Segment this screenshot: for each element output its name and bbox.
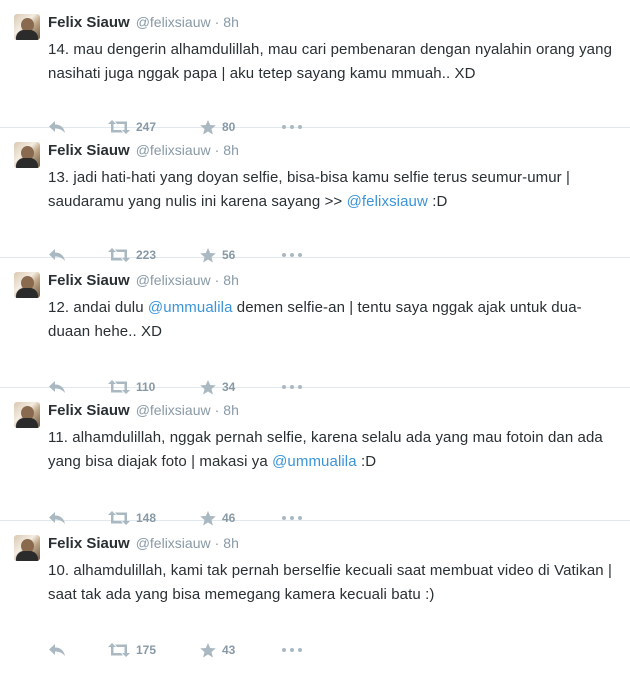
tweet-text: 14. mau dengerin alhamdulillah, mau cari…: [48, 41, 613, 82]
author-name[interactable]: Felix Siauw: [48, 402, 130, 419]
author-name[interactable]: Felix Siauw: [48, 14, 130, 31]
retweet-button[interactable]: 175: [108, 643, 200, 657]
tweet-header: Felix Siauw @felixsiauw · 8h: [48, 272, 239, 289]
star-icon: [200, 642, 216, 658]
separator-dot: ·: [214, 535, 220, 551]
more-button[interactable]: [282, 648, 312, 652]
author-handle[interactable]: @felixsiauw: [136, 142, 211, 158]
separator-dot: ·: [214, 142, 220, 158]
avatar[interactable]: [14, 14, 40, 40]
mention-link[interactable]: @felixsiauw: [347, 193, 428, 210]
avatar[interactable]: [14, 272, 40, 298]
tweet-text: 10. alhamdulillah, kami tak pernah berse…: [48, 562, 612, 603]
author-name[interactable]: Felix Siauw: [48, 272, 130, 289]
favorite-count: 43: [222, 643, 236, 657]
tweet[interactable]: Felix Siauw @felixsiauw · 8h 13. jadi hati-…: [0, 128, 630, 262]
favorite-button[interactable]: 43: [200, 642, 282, 658]
tweet-header: Felix Siauw @felixsiauw · 8h: [48, 402, 239, 419]
retweet-icon: [108, 643, 130, 657]
separator-dot: ·: [214, 14, 220, 30]
timestamp[interactable]: 8h: [223, 535, 239, 551]
tweet-actions: 175 43: [48, 641, 312, 659]
avatar[interactable]: [14, 535, 40, 561]
author-name[interactable]: Felix Siauw: [48, 535, 130, 552]
tweet[interactable]: Felix Siauw @felixsiauw · 8h 14. mau denger…: [0, 0, 630, 134]
retweet-count: 175: [136, 643, 157, 657]
author-handle[interactable]: @felixsiauw: [136, 402, 211, 418]
tweet-header: Felix Siauw @felixsiauw · 8h: [48, 535, 239, 552]
timestamp[interactable]: 8h: [223, 272, 239, 288]
separator-dot: ·: [214, 272, 220, 288]
timestamp[interactable]: 8h: [223, 402, 239, 418]
more-icon: [282, 253, 302, 257]
tweet[interactable]: Felix Siauw @felixsiauw · 8h 12. andai dulu…: [0, 258, 630, 394]
tweet-text: 11. alhamdulillah, nggak pernah selfie, …: [48, 429, 603, 470]
avatar[interactable]: [14, 142, 40, 168]
author-handle[interactable]: @felixsiauw: [136, 14, 211, 30]
tweet[interactable]: Felix Siauw @felixsiauw · 8h 10. alhamdulil…: [0, 521, 630, 673]
more-button[interactable]: [282, 516, 312, 520]
tweet[interactable]: Felix Siauw @felixsiauw · 8h 11. alhamdulil…: [0, 388, 630, 525]
mention-link[interactable]: @ummualila: [148, 299, 233, 316]
tweet-text: 12. andai dulu @ummualila demen selfie-a…: [48, 299, 582, 340]
author-name[interactable]: Felix Siauw: [48, 142, 130, 159]
timestamp[interactable]: 8h: [223, 142, 239, 158]
tweet-header: Felix Siauw @felixsiauw · 8h: [48, 142, 239, 159]
reply-icon: [48, 643, 66, 657]
mention-link[interactable]: @ummualila: [272, 453, 357, 470]
author-handle[interactable]: @felixsiauw: [136, 272, 211, 288]
separator-dot: ·: [214, 402, 220, 418]
more-button[interactable]: [282, 253, 312, 257]
author-handle[interactable]: @felixsiauw: [136, 535, 211, 551]
avatar[interactable]: [14, 402, 40, 428]
timestamp[interactable]: 8h: [223, 14, 239, 30]
reply-button[interactable]: [48, 643, 108, 657]
tweet-text: 13. jadi hati-hati yang doyan selfie, bi…: [48, 169, 571, 210]
tweet-timeline: Felix Siauw @felixsiauw · 8h 14. mau denger…: [0, 0, 630, 673]
tweet-header: Felix Siauw @felixsiauw · 8h: [48, 14, 239, 31]
more-icon: [282, 648, 302, 652]
more-icon: [282, 516, 302, 520]
